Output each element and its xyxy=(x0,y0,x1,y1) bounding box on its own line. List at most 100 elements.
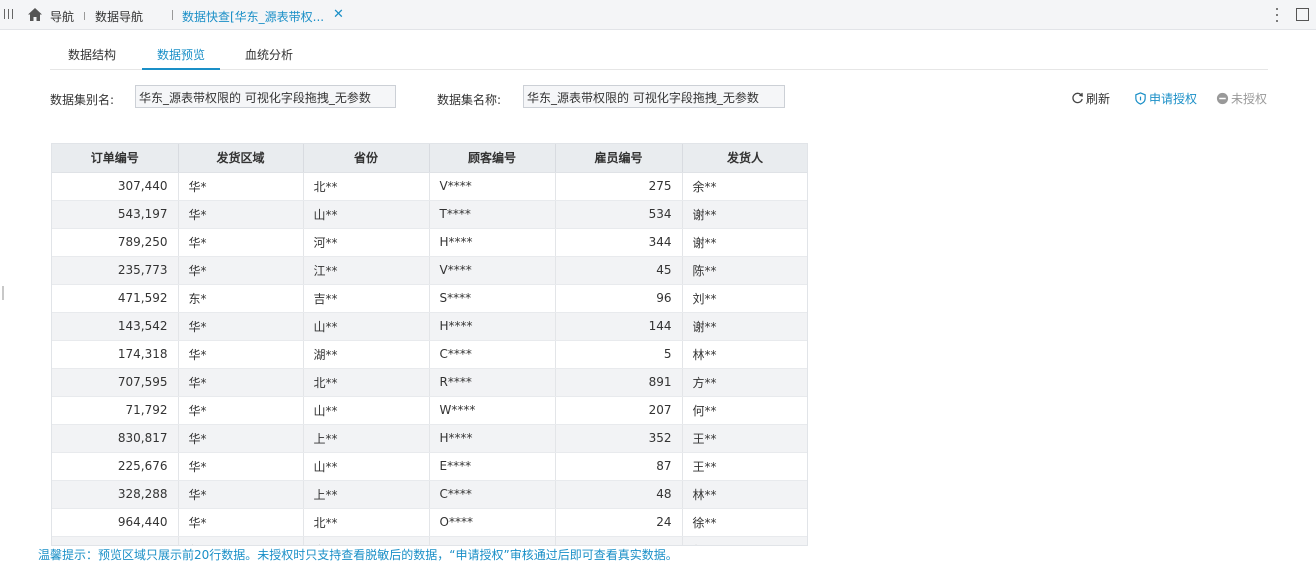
unauthorized-label: 未授权 xyxy=(1231,92,1268,106)
column-header[interactable]: 发货人 xyxy=(682,144,807,173)
table-cell: 谢** xyxy=(682,228,807,257)
more-vertical-icon[interactable] xyxy=(1275,6,1279,24)
table-cell: 陈** xyxy=(682,256,807,285)
table-cell: 534 xyxy=(555,200,683,229)
table-row[interactable]: 707,595 华* 北** R**** 891 方** xyxy=(52,368,807,397)
table-cell: 徐** xyxy=(682,508,807,537)
table-cell: 87 xyxy=(555,452,683,481)
table-cell: 华* xyxy=(178,312,304,341)
table-row[interactable]: 543,197 华* 山** T**** 534 谢** xyxy=(52,200,807,229)
table-row[interactable]: 174,318 华* 湖** C**** 5 林** xyxy=(52,340,807,369)
table-cell: 307,440 xyxy=(52,172,179,201)
table-row[interactable]: 235,773 华* 江** V**** 45 陈** xyxy=(52,256,807,285)
table-cell: H**** xyxy=(429,228,556,257)
table-cell: V**** xyxy=(429,256,556,285)
menu-grip-icon[interactable] xyxy=(4,9,14,21)
table-row[interactable]: 307,440 华* 北** V**** 275 余** xyxy=(52,172,807,201)
table-cell: C**** xyxy=(429,340,556,369)
alias-label: 数据集别名: xyxy=(50,93,115,107)
table-row[interactable]: 225,676 华* 山** E**** 87 王** xyxy=(52,452,807,481)
table-cell: 207 xyxy=(555,396,683,425)
refresh-label: 刷新 xyxy=(1086,92,1111,106)
table-cell: 830,817 xyxy=(52,424,179,453)
unauthorized-status: 未授权 xyxy=(1216,90,1267,107)
tab-data-preview[interactable]: 数据预览 xyxy=(157,46,205,63)
table-row[interactable]: 143,542 华* 山** H**** 144 谢** xyxy=(52,312,807,341)
table-cell: 谢** xyxy=(682,200,807,229)
table-cell: 吉** xyxy=(303,284,430,313)
table-cell: 北** xyxy=(303,368,430,397)
table-cell: 华* xyxy=(178,228,304,257)
table-row[interactable]: 71,792 华* 山** W**** 207 何** xyxy=(52,396,807,425)
tab-lineage-analysis[interactable]: 血统分析 xyxy=(245,46,293,63)
table-cell: 707,595 xyxy=(52,368,179,397)
hint-text: 温馨提示：预览区域只展示前20行数据。未授权时只支持查看脱敏后的数据，“申请授权… xyxy=(38,546,678,563)
table-cell: 48 xyxy=(555,480,683,509)
table-row[interactable]: 789,250 华* 河** H**** 344 谢** xyxy=(52,228,807,257)
table-cell: 华* xyxy=(178,396,304,425)
table-cell: C**** xyxy=(429,480,556,509)
table-cell: 上** xyxy=(303,424,430,453)
refresh-button[interactable]: 刷新 xyxy=(1071,90,1110,107)
table-row[interactable]: 830,817 华* 上** H**** 352 王** xyxy=(52,424,807,453)
table-row[interactable]: 471,592 东* 吉** S**** 96 刘** xyxy=(52,284,807,313)
name-field[interactable]: 华东_源表带权限的 可视化字段拖拽_无参数 xyxy=(523,85,785,108)
table-cell: 275 xyxy=(555,172,683,201)
table-cell: 198 xyxy=(555,536,683,545)
table-cell: 华* xyxy=(178,480,304,509)
table-cell: 225,676 xyxy=(52,452,179,481)
table-row[interactable]: 760,069华*山**C****198刘** xyxy=(52,536,807,545)
column-header[interactable]: 顾客编号 xyxy=(429,144,556,173)
table-cell: 华* xyxy=(178,536,304,545)
table-cell: 北** xyxy=(303,508,430,537)
table-cell: 5 xyxy=(555,340,683,369)
column-header[interactable]: 发货区域 xyxy=(178,144,304,173)
table-cell: 760,069 xyxy=(52,536,179,545)
table-cell: 328,288 xyxy=(52,480,179,509)
alias-field[interactable]: 华东_源表带权限的 可视化字段拖拽_无参数 xyxy=(135,85,396,108)
table-cell: E**** xyxy=(429,452,556,481)
tab-data-structure[interactable]: 数据结构 xyxy=(68,46,116,63)
sub-tab-bar: 数据结构 数据预览 血统分析 xyxy=(50,40,1268,70)
table-cell: 刘** xyxy=(682,536,807,545)
column-header[interactable]: 省份 xyxy=(303,144,430,173)
table-cell: 谢** xyxy=(682,312,807,341)
table-cell: 891 xyxy=(555,368,683,397)
home-icon[interactable] xyxy=(27,7,43,22)
shield-icon xyxy=(1135,92,1146,105)
table-row[interactable]: 328,288 华* 上** C**** 48 林** xyxy=(52,480,807,509)
tab-data-navigation[interactable]: 数据导航 xyxy=(95,8,143,25)
table-header: 订单编号 发货区域 省份 顾客编号 雇员编号 发货人 xyxy=(52,144,807,173)
column-header[interactable]: 订单编号 xyxy=(52,144,179,173)
preview-table[interactable]: 订单编号 发货区域 省份 顾客编号 雇员编号 发货人 307,440 华* 北** V**** 2… xyxy=(51,143,808,546)
table-cell: 24 xyxy=(555,508,683,537)
table-cell: 山** xyxy=(303,200,430,229)
column-header[interactable]: 雇员编号 xyxy=(555,144,683,173)
table-cell: 华* xyxy=(178,452,304,481)
table-cell: 344 xyxy=(555,228,683,257)
table-cell: 何** xyxy=(682,396,807,425)
table-cell: H**** xyxy=(429,424,556,453)
table-cell: T**** xyxy=(429,200,556,229)
table-cell: 45 xyxy=(555,256,683,285)
table-cell: 471,592 xyxy=(52,284,179,313)
table-cell: 华* xyxy=(178,200,304,229)
active-tab-indicator xyxy=(142,68,220,70)
table-cell: O**** xyxy=(429,508,556,537)
close-icon[interactable]: ✕ xyxy=(333,8,344,22)
table-cell: 王** xyxy=(682,452,807,481)
table-row[interactable]: 964,440 华* 北** O**** 24 徐** xyxy=(52,508,807,537)
window-icon[interactable] xyxy=(1296,8,1309,21)
table-cell: 352 xyxy=(555,424,683,453)
apply-auth-button[interactable]: 申请授权 xyxy=(1134,90,1197,107)
side-panel-handle[interactable] xyxy=(2,286,4,300)
tab-data-quick-view[interactable]: 数据快查[华东_源表带权... xyxy=(182,8,324,25)
table-cell: 174,318 xyxy=(52,340,179,369)
table-cell: 143,542 xyxy=(52,312,179,341)
nav-home-tab[interactable]: 导航 xyxy=(50,8,74,25)
top-tab-bar: 导航 数据导航 数据快查[华东_源表带权... ✕ xyxy=(0,0,1316,30)
table-cell: W**** xyxy=(429,396,556,425)
table-cell: 河** xyxy=(303,228,430,257)
table-cell: V**** xyxy=(429,172,556,201)
table-cell: 华* xyxy=(178,340,304,369)
